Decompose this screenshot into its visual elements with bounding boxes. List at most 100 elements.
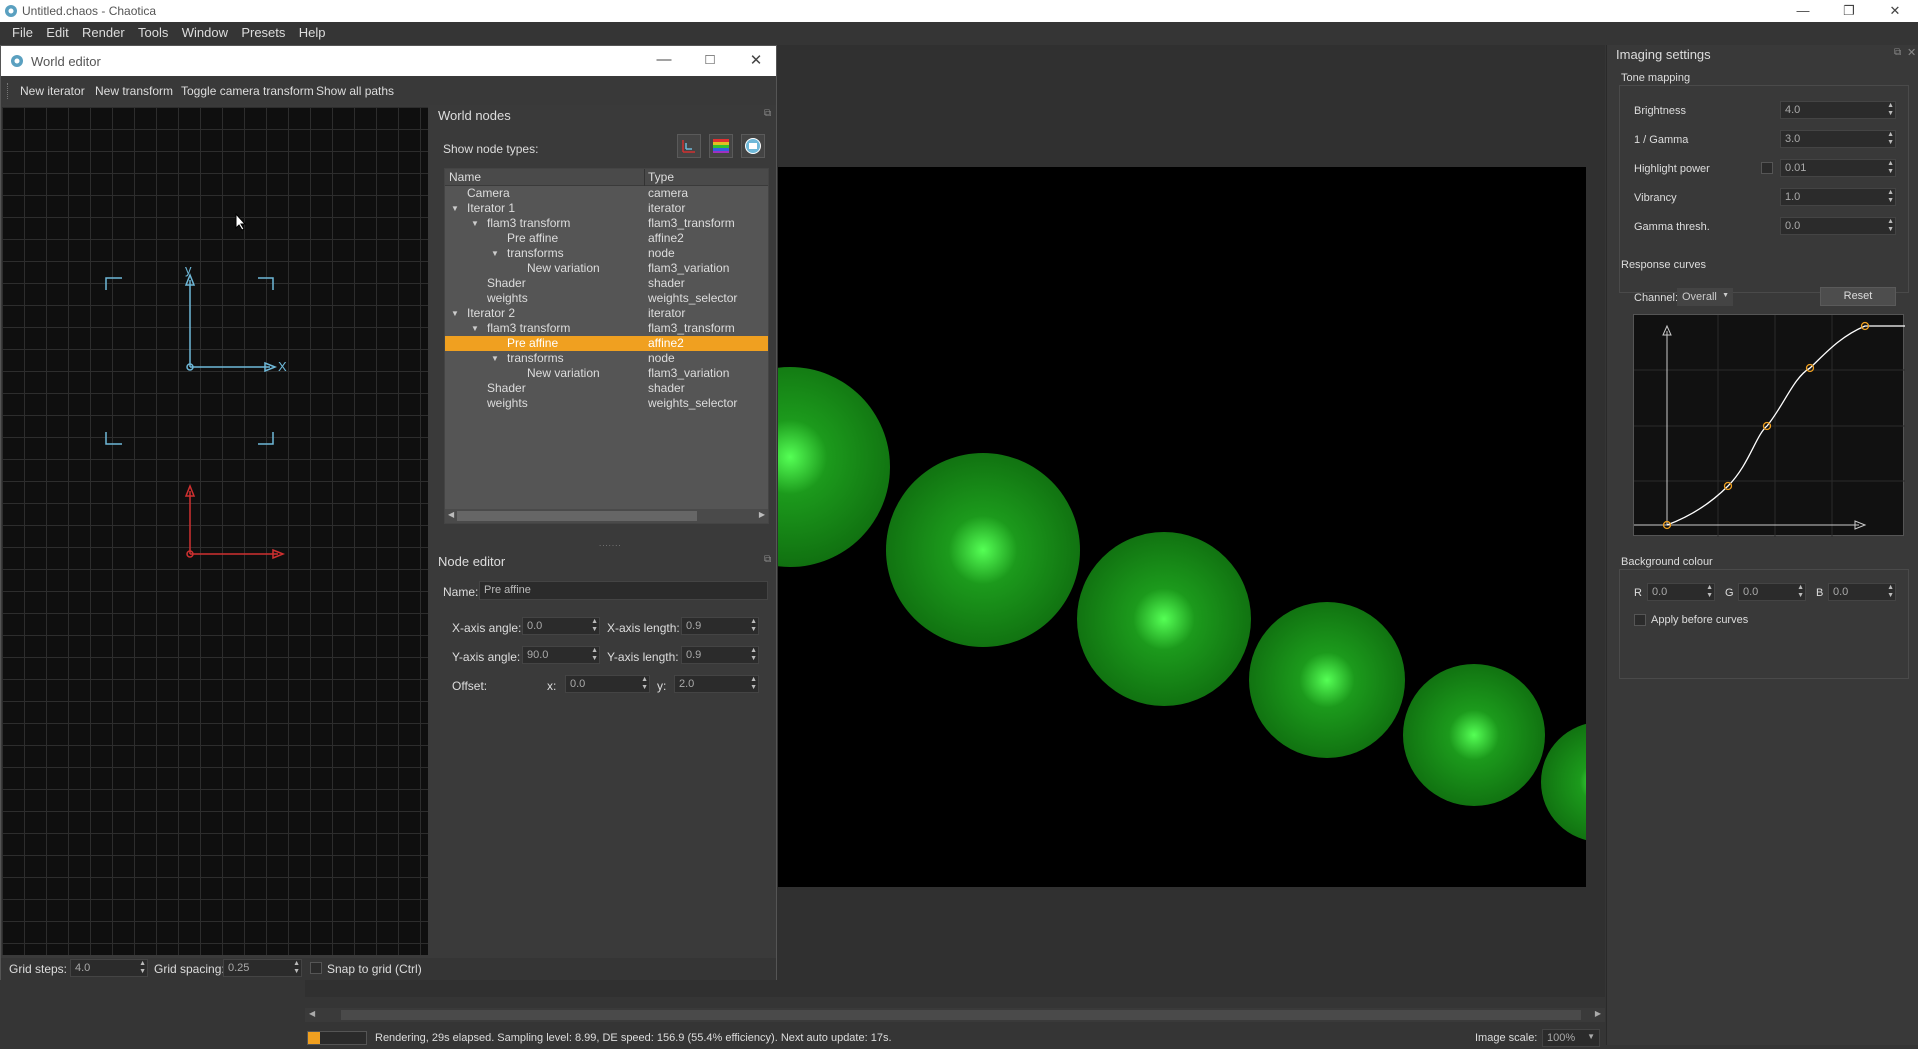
menu-presets[interactable]: Presets <box>236 22 290 40</box>
offset-y-spinbox[interactable]: 2.0 ▲ ▼ <box>674 675 759 693</box>
tree-row[interactable]: New variation flam3_variation <box>445 366 768 381</box>
tree-row[interactable]: ▼ Iterator 2 iterator <box>445 306 768 321</box>
brightness-spinbox[interactable]: 4.0 ▲ ▼ <box>1780 101 1896 119</box>
gamma-thresh-spinbox[interactable]: 0.0 ▲ ▼ <box>1780 217 1896 235</box>
snap-to-grid-checkbox[interactable] <box>310 962 322 974</box>
expand-toggle-icon[interactable]: ▼ <box>471 219 479 228</box>
spin-arrows-icon[interactable]: ▲ ▼ <box>750 676 757 692</box>
spin-arrows-icon[interactable]: ▲ ▼ <box>1887 189 1894 205</box>
tree-row[interactable]: ▼ transforms node <box>445 246 768 261</box>
spin-arrows-icon[interactable]: ▲ ▼ <box>750 647 757 663</box>
menu-edit[interactable]: Edit <box>41 22 73 40</box>
x-axis-length-spinbox[interactable]: 0.9 ▲ ▼ <box>681 617 759 635</box>
menu-file[interactable]: File <box>0 22 38 40</box>
apply-before-curves-checkbox[interactable] <box>1634 614 1646 626</box>
shader-type-filter-icon[interactable] <box>709 134 733 158</box>
restore-icon[interactable]: ❐ <box>1826 0 1872 22</box>
g-spinbox[interactable]: 0.0 ▲ ▼ <box>1738 583 1806 601</box>
tree-row[interactable]: ▼ flam3 transform flam3_transform <box>445 216 768 231</box>
tree-row[interactable]: ▼ transforms node <box>445 351 768 366</box>
expand-toggle-icon[interactable]: ▼ <box>471 324 479 333</box>
spin-arrows-icon[interactable]: ▲ ▼ <box>1887 160 1894 176</box>
float-panel-icon[interactable]: ⧉ <box>764 108 771 119</box>
highlight-power-checkbox[interactable] <box>1761 162 1773 174</box>
expand-toggle-icon[interactable]: ▼ <box>451 309 459 318</box>
tree-row[interactable]: ▼ Iterator 1 iterator <box>445 201 768 216</box>
tree-row[interactable]: Pre affine affine2 <box>445 231 768 246</box>
spin-arrows-icon[interactable]: ▲ ▼ <box>591 647 598 663</box>
toolbar-grip[interactable] <box>7 83 10 99</box>
world-nodes-tree[interactable]: Name Type Camera camera ▼ Iterator 1 iterato… <box>444 168 769 524</box>
new-iterator-button[interactable]: New iterator <box>20 84 85 98</box>
tree-row[interactable]: weights weights_selector <box>445 291 768 306</box>
spin-arrows-icon[interactable]: ▲ ▼ <box>139 960 146 976</box>
close-panel-icon[interactable]: ✕ <box>1907 46 1916 59</box>
spin-arrows-icon[interactable]: ▲ ▼ <box>641 676 648 692</box>
image-scale-select[interactable]: 100% ▼ <box>1542 1029 1600 1047</box>
tree-row[interactable]: New variation flam3_variation <box>445 261 768 276</box>
scrollbar-thumb[interactable] <box>341 1010 1581 1020</box>
node-name-input[interactable]: Pre affine <box>479 581 768 600</box>
tree-horizontal-scrollbar[interactable]: ◀ ▶ <box>445 509 768 523</box>
minimize-icon[interactable]: — <box>649 51 679 68</box>
maximize-icon[interactable]: □ <box>695 51 725 68</box>
menu-tools[interactable]: Tools <box>133 22 173 40</box>
render-horizontal-scrollbar[interactable]: ◀ ▶ <box>305 1008 1605 1022</box>
tree-row[interactable]: Shader shader <box>445 276 768 291</box>
splitter-handle[interactable]: ....... <box>599 539 622 548</box>
spin-arrows-icon[interactable]: ▲ ▼ <box>591 618 598 634</box>
spin-arrows-icon[interactable]: ▲ ▼ <box>1887 131 1894 147</box>
expand-toggle-icon[interactable]: ▼ <box>491 249 499 258</box>
scroll-right-icon[interactable]: ▶ <box>1595 1009 1601 1018</box>
vibrancy-spinbox[interactable]: 1.0 ▲ ▼ <box>1780 188 1896 206</box>
spin-arrows-icon[interactable]: ▲ ▼ <box>293 960 300 976</box>
minimize-icon[interactable]: — <box>1780 0 1826 22</box>
y-axis-length-spinbox[interactable]: 0.9 ▲ ▼ <box>681 646 759 664</box>
float-panel-icon[interactable]: ⧉ <box>1894 47 1901 58</box>
r-spinbox[interactable]: 0.0 ▲ ▼ <box>1647 583 1715 601</box>
expand-toggle-icon[interactable]: ▼ <box>491 354 499 363</box>
y-axis-angle-spinbox[interactable]: 90.0 ▲ ▼ <box>522 646 600 664</box>
grid-spacing-spinbox[interactable]: 0.25 ▲ ▼ <box>223 959 302 977</box>
tree-row[interactable]: weights weights_selector <box>445 396 768 411</box>
spin-arrows-icon[interactable]: ▲ ▼ <box>750 618 757 634</box>
close-icon[interactable]: ✕ <box>1872 0 1918 22</box>
column-name-header[interactable]: Name <box>449 170 481 184</box>
b-spinbox[interactable]: 0.0 ▲ ▼ <box>1828 583 1896 601</box>
camera-type-filter-icon[interactable] <box>741 134 765 158</box>
spin-arrows-icon[interactable]: ▲ ▼ <box>1887 102 1894 118</box>
tree-row[interactable]: Pre affine affine2 <box>445 336 768 351</box>
highlight-power-spinbox[interactable]: 0.01 ▲ ▼ <box>1780 159 1896 177</box>
scroll-left-icon[interactable]: ◀ <box>309 1009 315 1018</box>
transform-grid-canvas[interactable]: y X <box>2 107 428 955</box>
menu-render[interactable]: Render <box>77 22 130 40</box>
column-type-header[interactable]: Type <box>648 170 674 184</box>
grid-steps-spinbox[interactable]: 4.0 ▲ ▼ <box>70 959 148 977</box>
spin-arrows-icon[interactable]: ▲ ▼ <box>1797 584 1804 600</box>
close-icon[interactable]: ✕ <box>741 51 771 69</box>
spin-arrows-icon[interactable]: ▲ ▼ <box>1706 584 1713 600</box>
render-preview[interactable] <box>778 167 1586 887</box>
scroll-right-icon[interactable]: ▶ <box>759 510 765 519</box>
menu-help[interactable]: Help <box>294 22 331 40</box>
offset-x-spinbox[interactable]: 0.0 ▲ ▼ <box>565 675 650 693</box>
gamma-spinbox[interactable]: 3.0 ▲ ▼ <box>1780 130 1896 148</box>
response-curve-editor[interactable] <box>1633 314 1905 537</box>
tree-row[interactable]: ▼ flam3 transform flam3_transform <box>445 321 768 336</box>
reset-curve-button[interactable]: Reset <box>1820 287 1896 306</box>
channel-select[interactable]: Overall ▼ <box>1677 288 1733 306</box>
expand-toggle-icon[interactable]: ▼ <box>451 204 459 213</box>
float-panel-icon[interactable]: ⧉ <box>764 554 771 565</box>
spin-arrows-icon[interactable]: ▲ ▼ <box>1887 584 1894 600</box>
scrollbar-thumb[interactable] <box>457 511 697 521</box>
tree-row[interactable]: Shader shader <box>445 381 768 396</box>
tree-row[interactable]: Camera camera <box>445 186 768 201</box>
iterator-type-filter-icon[interactable] <box>677 134 701 158</box>
show-all-paths-button[interactable]: Show all paths <box>316 84 394 98</box>
x-axis-angle-spinbox[interactable]: 0.0 ▲ ▼ <box>522 617 600 635</box>
toggle-camera-transform-button[interactable]: Toggle camera transform <box>181 84 314 98</box>
menu-window[interactable]: Window <box>177 22 233 40</box>
scroll-left-icon[interactable]: ◀ <box>448 510 454 519</box>
spin-arrows-icon[interactable]: ▲ ▼ <box>1887 218 1894 234</box>
new-transform-button[interactable]: New transform <box>95 84 173 98</box>
